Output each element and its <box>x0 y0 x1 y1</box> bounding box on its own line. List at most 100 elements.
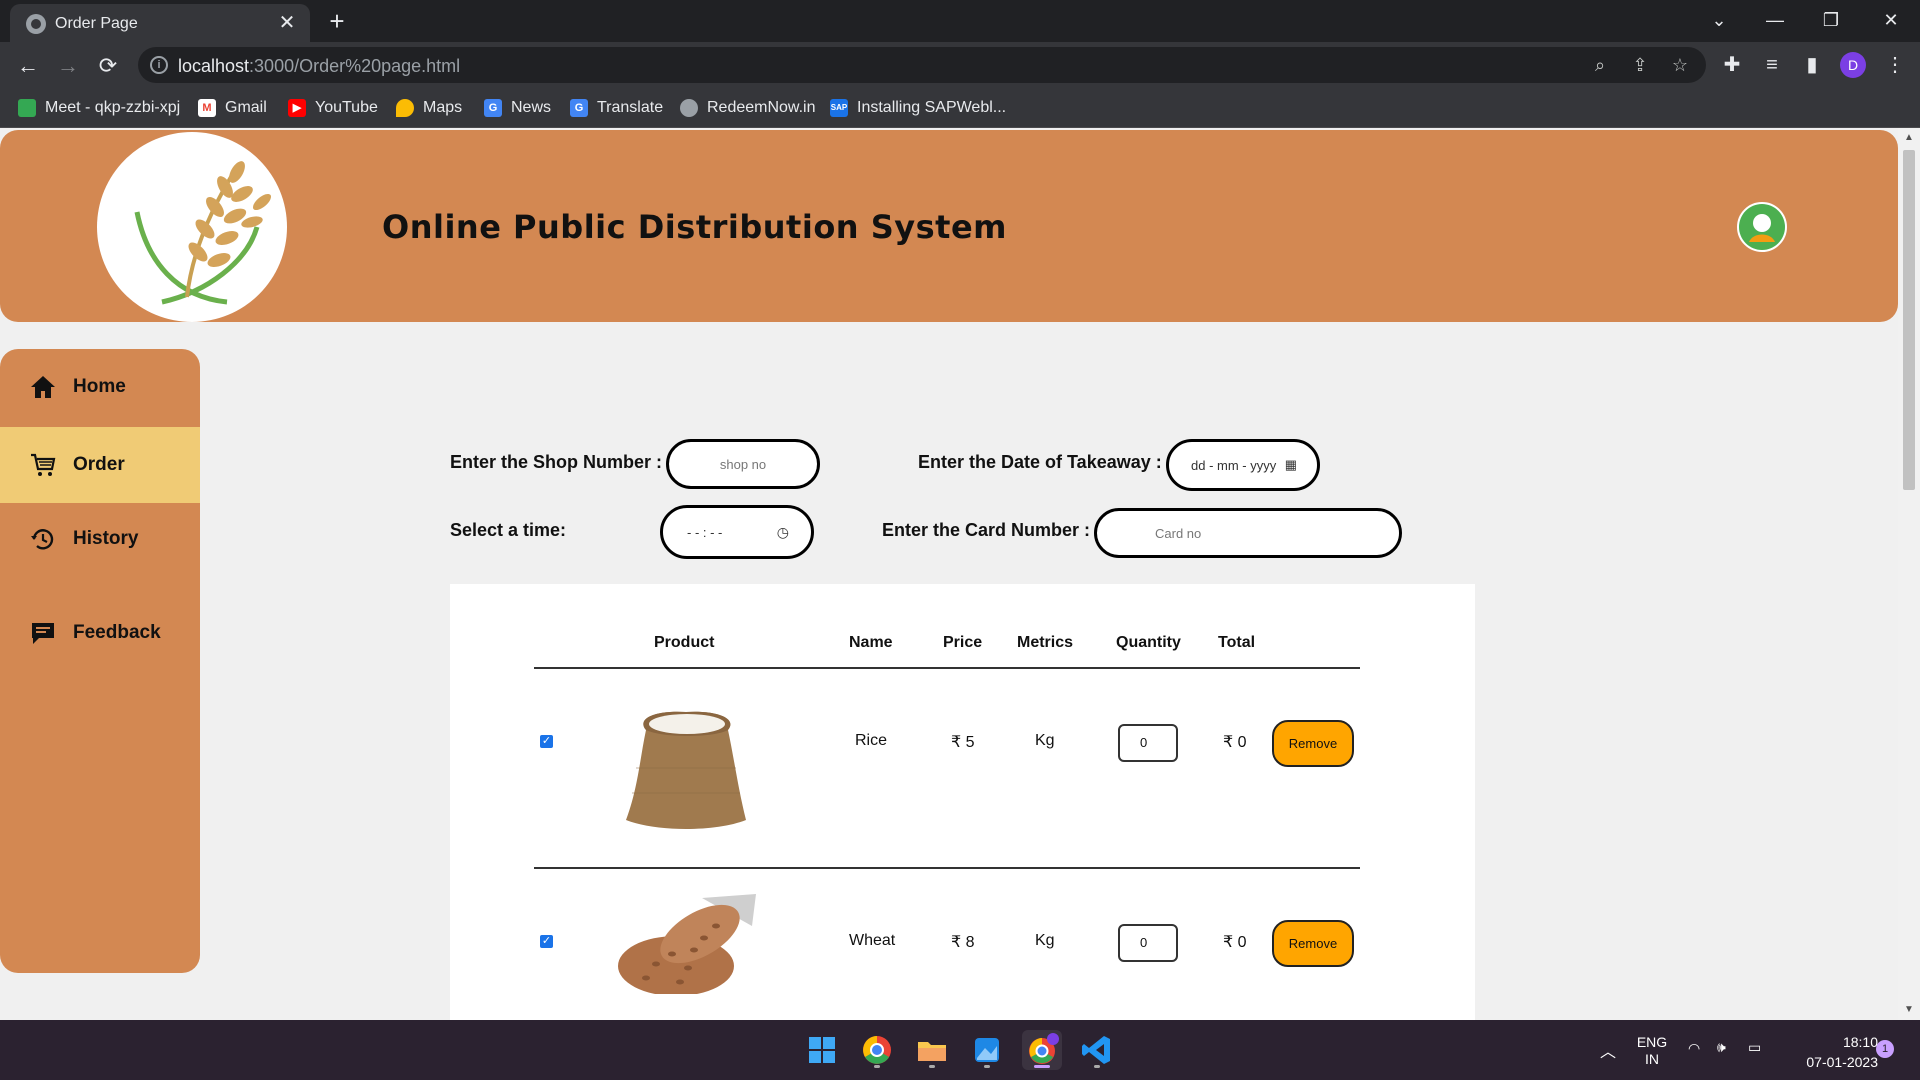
chrome-profile-taskbar-icon[interactable] <box>1022 1030 1062 1070</box>
shop-number-placeholder: shop no <box>719 456 767 472</box>
shop-number-input[interactable]: shop no <box>666 439 820 489</box>
globe-icon <box>26 14 46 34</box>
running-indicator <box>1094 1065 1100 1068</box>
card-number-placeholder: Card no <box>1155 525 1202 541</box>
media-control-icon[interactable]: ≡ <box>1757 50 1787 80</box>
history-icon <box>31 529 54 550</box>
reload-button[interactable]: ⟳ <box>92 50 124 82</box>
scrollbar-thumb[interactable] <box>1903 150 1915 490</box>
site-header: Online Public Distribution System <box>0 130 1898 322</box>
translate-icon: G <box>570 99 588 117</box>
sidebar-item-label: Home <box>73 376 126 397</box>
row-select-checkbox[interactable]: ✓ <box>540 735 553 748</box>
sidebar-nav: Home Order History Feedback <box>0 349 200 973</box>
wheat-grain-image <box>618 894 756 994</box>
new-tab-button[interactable]: + <box>322 6 352 36</box>
bookmark-translate[interactable]: G Translate <box>570 96 663 120</box>
running-indicator <box>929 1065 935 1068</box>
sidebar-item-feedback[interactable]: Feedback <box>0 595 200 671</box>
clock-icon[interactable]: ◷ <box>777 524 789 541</box>
takeaway-date-label: Enter the Date of Takeaway : <box>918 452 1162 472</box>
notification-badge[interactable]: 1 <box>1876 1040 1894 1058</box>
minimize-button[interactable]: — <box>1752 4 1798 36</box>
extensions-icon[interactable]: ✚ <box>1717 50 1747 80</box>
row-select-checkbox[interactable]: ✓ <box>540 935 553 948</box>
tab-title: Order Page <box>55 15 138 32</box>
shop-number-label: Enter the Shop Number : <box>450 452 663 472</box>
bookmark-meet[interactable]: Meet - qkp-zzbi-xpj <box>18 96 180 120</box>
zoom-icon[interactable]: ⌕ <box>1588 53 1612 77</box>
tab-search-chevron-icon[interactable]: ⌄ <box>1696 4 1742 36</box>
row-total: ₹ 0 <box>1223 934 1247 951</box>
card-number-input[interactable]: Card no <box>1094 508 1402 558</box>
column-header-quantity: Quantity <box>1116 634 1181 651</box>
youtube-icon: ▶ <box>288 99 306 117</box>
sidebar-item-home[interactable]: Home <box>0 349 200 425</box>
address-bar[interactable]: i localhost:3000/Order%20page.html ⌕ ⇪ ☆ <box>138 47 1706 83</box>
scroll-up-arrow-icon[interactable]: ▲ <box>1903 132 1915 144</box>
column-header-total: Total <box>1218 634 1256 651</box>
remove-button[interactable]: Remove <box>1272 720 1354 767</box>
chevron-up-icon[interactable]: ︿ <box>1600 1038 1616 1062</box>
quantity-input[interactable]: 0 <box>1118 924 1178 962</box>
sidebar-item-label: Feedback <box>73 622 161 643</box>
forward-button[interactable]: → <box>52 50 84 82</box>
user-avatar[interactable] <box>1737 202 1787 252</box>
order-table: Product Name Price Metrics Quantity Tota… <box>450 584 1475 1020</box>
language-indicator[interactable]: ENG IN <box>1632 1034 1672 1068</box>
vscode-icon[interactable] <box>1077 1030 1117 1070</box>
file-explorer-icon[interactable] <box>912 1030 952 1070</box>
feedback-icon <box>32 623 54 644</box>
time-label: Select a time: <box>450 520 567 540</box>
wifi-icon[interactable]: ◠ <box>1688 1040 1700 1057</box>
bookmark-star-icon[interactable]: ☆ <box>1668 53 1692 77</box>
share-icon[interactable]: ⇪ <box>1628 53 1652 77</box>
windows-start-icon[interactable] <box>802 1030 842 1070</box>
date-placeholder: dd - mm - yyyy <box>1191 457 1277 473</box>
bookmark-gmail[interactable]: M Gmail <box>198 96 267 120</box>
column-header-product: Product <box>654 634 715 651</box>
windows-taskbar: ︿ ENG IN ◠ 🕪 ▭ 18:10 07-01-2023 1 <box>0 1020 1920 1080</box>
site-title: Online Public Distribution System <box>382 208 1008 246</box>
tab-close-icon[interactable]: ✕ <box>274 10 300 36</box>
site-info-icon[interactable]: i <box>150 56 168 74</box>
browser-tab-active[interactable]: Order Page ✕ <box>10 4 310 42</box>
chrome-taskbar-icon[interactable] <box>857 1030 897 1070</box>
scroll-down-arrow-icon[interactable]: ▼ <box>1903 1004 1915 1016</box>
bookmarks-bar: Meet - qkp-zzbi-xpj M Gmail ▶ YouTube Maps… <box>0 88 1920 128</box>
sidebar-item-order[interactable]: Order <box>0 427 200 503</box>
rice-sack-image <box>626 711 746 829</box>
sidebar-item-history[interactable]: History <box>0 501 200 577</box>
time-placeholder: - - : - - <box>687 524 723 540</box>
chrome-menu-icon[interactable]: ⋮ <box>1880 50 1910 80</box>
page-scrollbar[interactable]: ▲ ▼ <box>1898 128 1920 1020</box>
bookmark-maps[interactable]: Maps <box>396 96 462 120</box>
photos-icon[interactable] <box>967 1030 1007 1070</box>
product-name: Wheat <box>849 932 896 949</box>
sidebar-item-label: History <box>73 528 139 549</box>
battery-icon[interactable]: ▭ <box>1748 1039 1761 1056</box>
running-indicator <box>984 1065 990 1068</box>
side-panel-icon[interactable]: ▮ <box>1797 50 1827 80</box>
bookmark-news[interactable]: G News <box>484 96 551 120</box>
quantity-input[interactable]: 0 <box>1118 724 1178 762</box>
window-close-button[interactable]: ✕ <box>1868 4 1914 36</box>
row-divider <box>534 867 1360 869</box>
profile-avatar[interactable]: D <box>1840 52 1866 78</box>
takeaway-date-input[interactable]: dd - mm - yyyy ▦ <box>1166 439 1320 491</box>
product-name: Rice <box>855 732 888 749</box>
remove-button[interactable]: Remove <box>1272 920 1354 967</box>
sidebar-item-label: Order <box>73 454 125 475</box>
sap-icon: SAP <box>830 99 848 117</box>
product-price: ₹ 5 <box>951 734 975 751</box>
calendar-icon[interactable]: ▦ <box>1285 457 1297 473</box>
bookmark-redeemnow[interactable]: RedeemNow.in <box>680 96 816 120</box>
bookmark-youtube[interactable]: ▶ YouTube <box>288 96 378 120</box>
clock[interactable]: 18:10 07-01-2023 <box>1782 1032 1878 1072</box>
time-input[interactable]: - - : - - ◷ <box>660 505 814 559</box>
back-button[interactable]: ← <box>12 50 44 82</box>
bookmark-sap[interactable]: SAP Installing SAPWebl... <box>830 96 1006 120</box>
gmail-icon: M <box>198 99 216 117</box>
volume-icon[interactable]: 🕪 <box>1717 1039 1726 1056</box>
restore-button[interactable]: ❐ <box>1808 4 1854 36</box>
